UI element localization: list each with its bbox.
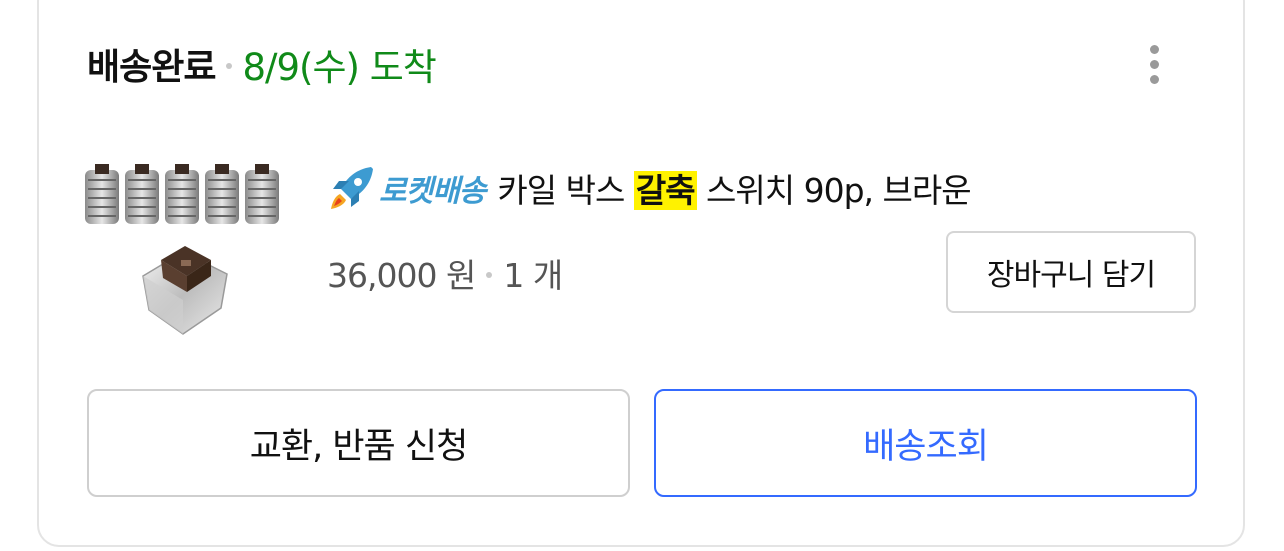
rocket-delivery-label: 로켓배송 xyxy=(379,174,486,209)
kebab-dot xyxy=(1149,59,1159,69)
delivery-date: 8/9(수) 도착 xyxy=(242,46,436,89)
separator-dot xyxy=(226,63,233,69)
delivery-status: 배송완료 8/9(수) 도착 xyxy=(87,38,437,90)
product-title[interactable]: 로켓배송 카일 박스 갈축 스위치 90p, 브라운 xyxy=(327,160,972,216)
product-quantity: 1 개 xyxy=(503,256,563,295)
kebab-dot xyxy=(1149,44,1159,54)
track-delivery-button[interactable]: 배송조회 xyxy=(654,389,1197,497)
product-thumbnail[interactable] xyxy=(83,158,283,338)
product-price: 36,000 원 xyxy=(327,256,476,295)
rocket-delivery-badge: 로켓배송 xyxy=(327,163,486,213)
rocket-icon xyxy=(331,167,373,209)
price-quantity: 36,000 원 1 개 xyxy=(327,248,563,298)
product-name-highlight: 갈축 xyxy=(633,171,697,210)
product-name: 카일 박스 갈축 스위치 90p, 브라운 xyxy=(497,164,972,212)
status-label: 배송완료 xyxy=(87,47,216,88)
kebab-dot xyxy=(1149,74,1159,84)
product-name-part: 카일 박스 xyxy=(497,171,634,210)
separator-dot xyxy=(486,272,493,278)
product-name-part: 스위치 90p, 브라운 xyxy=(696,171,972,210)
exchange-return-button[interactable]: 교환, 반품 신청 xyxy=(87,389,630,497)
more-vertical-icon[interactable] xyxy=(1138,38,1170,90)
add-to-cart-button[interactable]: 장바구니 담기 xyxy=(946,231,1196,313)
